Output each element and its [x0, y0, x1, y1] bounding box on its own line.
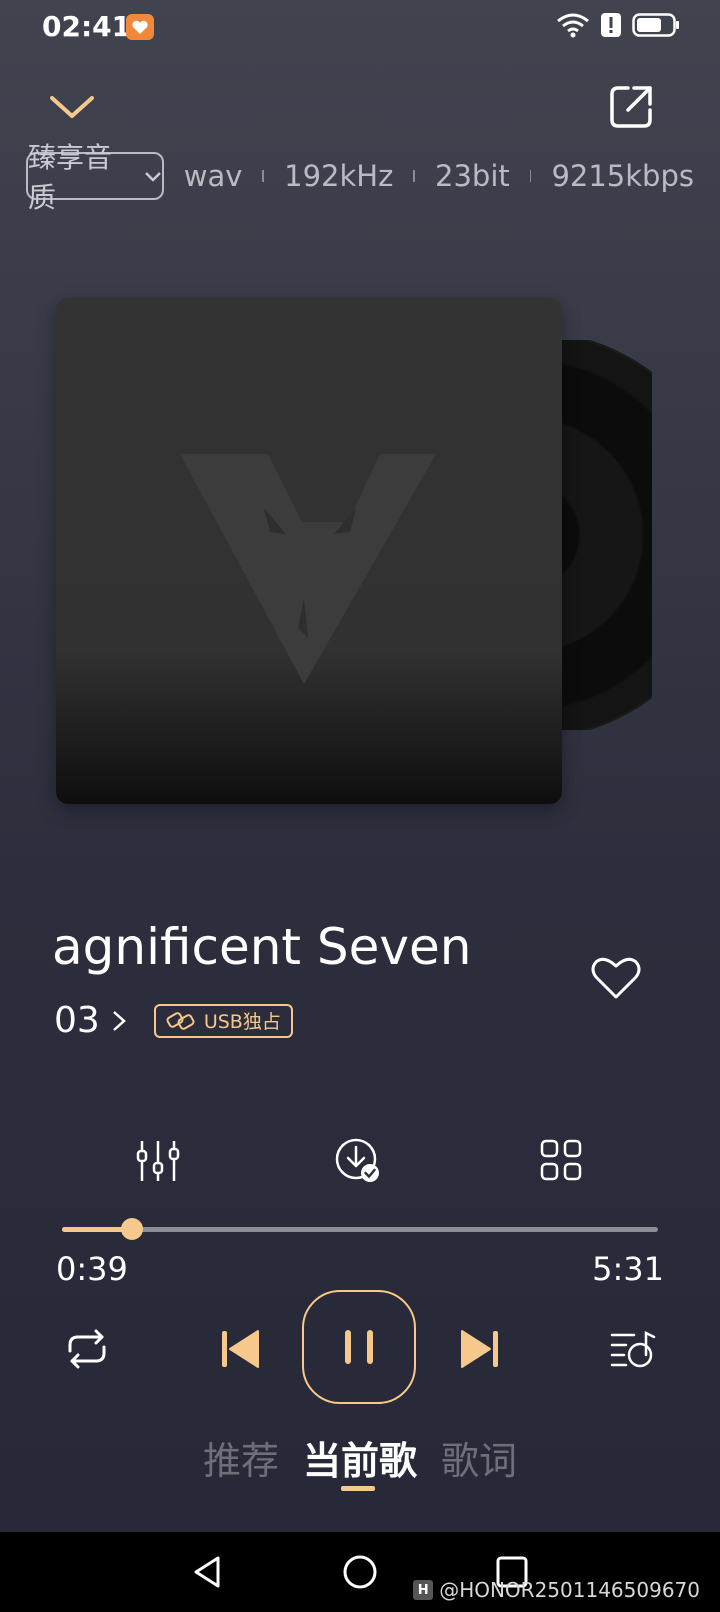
current-time: 0:39	[56, 1250, 128, 1288]
watermark-text: @HONOR2501146509670	[439, 1578, 700, 1602]
progress-thumb[interactable]	[121, 1218, 144, 1240]
usb-link-icon	[166, 1011, 195, 1030]
audio-format: wav	[183, 159, 243, 193]
quality-mode-label: 臻享音质	[28, 141, 113, 214]
more-options-button[interactable]	[538, 1137, 586, 1185]
share-external-icon	[610, 86, 652, 128]
tab-lyrics[interactable]: 歌词	[441, 1430, 517, 1485]
nav-home-button[interactable]	[342, 1554, 378, 1590]
like-button[interactable]	[590, 955, 642, 1001]
chevron-down-icon	[144, 172, 161, 182]
more-grid-icon	[540, 1139, 582, 1181]
next-icon	[461, 1330, 498, 1368]
total-time: 5:31	[592, 1250, 664, 1288]
artist-name[interactable]: 03	[54, 1000, 100, 1041]
equalizer-button[interactable]	[134, 1137, 182, 1185]
progress-slider[interactable]	[62, 1218, 658, 1240]
device-watermark: H @HONOR2501146509670	[413, 1578, 700, 1602]
usb-exclusive-badge: USB独占	[153, 1003, 293, 1038]
usb-exclusive-label: USB独占	[203, 1011, 281, 1033]
chevron-down-icon	[50, 96, 94, 118]
player-tabs: 推荐 当前歌 歌词	[0, 1430, 720, 1491]
back-triangle-icon	[194, 1556, 220, 1588]
divider	[529, 170, 532, 182]
sample-rate: 192kHz	[284, 159, 394, 193]
bit-depth: 23bit	[435, 159, 510, 193]
album-cover[interactable]	[56, 298, 562, 804]
share-button[interactable]	[608, 84, 654, 130]
app-badge-icon	[126, 14, 154, 40]
audio-quality-row: 臻享音质 wav 192kHz 23bit 9215kbps	[26, 141, 694, 214]
status-icons	[556, 12, 680, 38]
repeat-button[interactable]	[62, 1325, 112, 1373]
next-button[interactable]	[456, 1326, 502, 1372]
previous-button[interactable]	[218, 1326, 264, 1372]
heart-icon	[591, 957, 641, 999]
wifi-icon	[557, 13, 589, 38]
album-logo	[180, 454, 436, 684]
battery-icon	[632, 13, 679, 37]
divider	[262, 170, 265, 182]
quality-mode-selector[interactable]: 臻享音质	[26, 141, 164, 214]
queue-icon	[610, 1330, 656, 1368]
artist-row[interactable]: 03 USB独占	[54, 1000, 293, 1041]
pause-icon	[345, 1330, 373, 1364]
chevron-right-icon	[112, 1010, 126, 1031]
previous-icon	[222, 1330, 259, 1368]
status-time: 02:41	[42, 10, 132, 43]
tab-recommend[interactable]: 推荐	[203, 1430, 279, 1485]
equalizer-icon	[136, 1141, 180, 1181]
alert-icon	[601, 13, 621, 37]
tab-current-song[interactable]: 当前歌	[302, 1430, 417, 1491]
playlist-queue-button[interactable]	[608, 1327, 656, 1371]
pause-button[interactable]	[302, 1290, 416, 1404]
song-title: agnificent Seven	[52, 918, 472, 976]
repeat-icon	[68, 1329, 106, 1369]
tab-current-song-label: 当前歌	[302, 1439, 417, 1483]
download-button[interactable]	[334, 1137, 382, 1185]
collapse-button[interactable]	[46, 86, 98, 130]
active-tab-indicator	[340, 1486, 375, 1491]
bitrate: 9215kbps	[551, 159, 694, 193]
home-circle-icon	[343, 1555, 377, 1589]
downloaded-icon	[335, 1138, 379, 1182]
honor-logo-icon: H	[413, 1580, 434, 1600]
divider	[413, 170, 416, 182]
nav-back-button[interactable]	[190, 1554, 226, 1590]
